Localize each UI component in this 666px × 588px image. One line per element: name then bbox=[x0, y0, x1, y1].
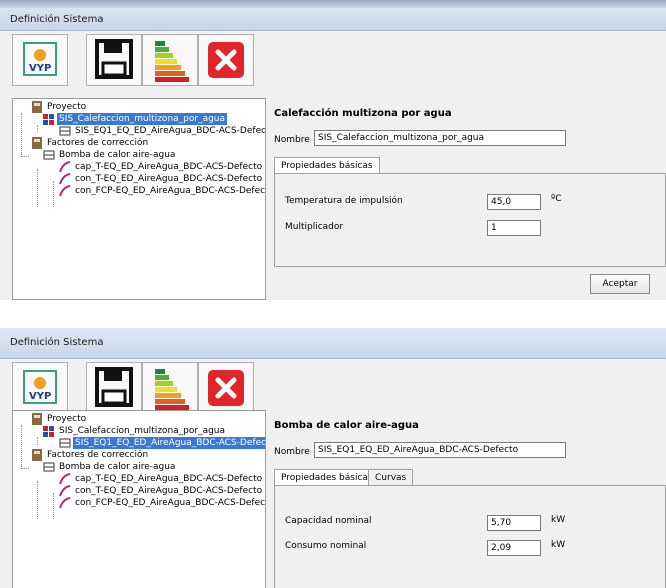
project-icon bbox=[32, 101, 42, 113]
toolbar: VYP bbox=[0, 358, 666, 418]
unit-label: kW bbox=[551, 515, 566, 525]
window-title: Definición Sistema bbox=[10, 14, 104, 25]
name-field[interactable]: SIS_EQ1_EQ_ED_AireAgua_BDC-ACS-Defecto bbox=[314, 442, 566, 458]
tab-content: Temperatura de impulsión 45,0 ºC Multipl… bbox=[274, 173, 666, 267]
energy-rating-button[interactable] bbox=[142, 362, 198, 414]
vyp-logo-button[interactable]: VYP bbox=[12, 362, 68, 414]
energy-rating-button[interactable] bbox=[142, 34, 198, 86]
tree-label: con_FCP-EQ_ED_AireAgua_BDC-ACS-Defecto bbox=[75, 186, 266, 196]
close-button[interactable] bbox=[198, 362, 254, 414]
properties-panel: Calefacción multizona por agua Nombre SI… bbox=[264, 98, 666, 298]
unit-label: kW bbox=[551, 540, 566, 550]
field-label: Capacidad nominal bbox=[285, 516, 372, 526]
top-dialog: Definición Sistema VYP Proyecto SIS_Cale… bbox=[0, 0, 666, 300]
bottom-dialog: Definición Sistema VYP Proyecto SIS_Cale… bbox=[0, 328, 666, 588]
close-button[interactable] bbox=[198, 34, 254, 86]
system-icon bbox=[43, 426, 54, 437]
vyp-logo-button[interactable]: VYP bbox=[12, 34, 68, 86]
multiplier-field[interactable]: 1 bbox=[487, 220, 541, 236]
tree-label: Proyecto bbox=[47, 102, 87, 112]
tree-label: SIS_Calefaccion_multizona_por_agua bbox=[57, 113, 228, 125]
tree-label: SIS_EQ1_EQ_ED_AireAgua_BDC-ACS-Defecto bbox=[73, 437, 265, 449]
curve-icon bbox=[59, 497, 71, 509]
tree-label: cap_T-EQ_ED_AireAgua_BDC-ACS-Defecto bbox=[75, 162, 263, 172]
curve-icon bbox=[59, 485, 71, 497]
close-icon bbox=[208, 370, 244, 406]
heat-pump-icon bbox=[43, 150, 55, 160]
curve-icon bbox=[59, 161, 71, 173]
project-tree[interactable]: Proyecto SIS_Calefaccion_multizona_por_a… bbox=[12, 410, 266, 588]
factors-icon bbox=[32, 137, 42, 149]
tree-label: cap_T-EQ_ED_AireAgua_BDC-ACS-Defecto bbox=[75, 474, 263, 484]
field-label: Multiplicador bbox=[285, 222, 344, 232]
window-titlebar: Definición Sistema bbox=[0, 0, 666, 31]
svg-text:VYP: VYP bbox=[29, 63, 51, 74]
tree-label: SIS_EQ1_EQ_ED_AireAgua_BDC-ACS-Defecto bbox=[75, 126, 266, 136]
heat-pump-icon bbox=[43, 462, 55, 472]
energy-rating-icon bbox=[155, 369, 189, 410]
name-label: Nombre bbox=[274, 135, 310, 145]
nominal-consumption-field[interactable]: 2,09 bbox=[487, 540, 541, 556]
equipment-icon bbox=[59, 126, 71, 136]
factors-icon bbox=[32, 449, 42, 461]
tab-content: Capacidad nominal 5,70 kW Consumo nomina… bbox=[274, 485, 666, 588]
curve-icon bbox=[59, 473, 71, 485]
tree-label: SIS_Calefaccion_multizona_por_agua bbox=[59, 426, 226, 436]
tree-label: con_FCP-EQ_ED_AireAgua_BDC-ACS-Defecto bbox=[75, 498, 266, 508]
curve-icon bbox=[59, 185, 71, 197]
project-tree[interactable]: Proyecto SIS_Calefaccion_multizona_por_a… bbox=[12, 98, 266, 300]
tree-label: Factores de corrección bbox=[47, 138, 149, 148]
svg-text:VYP: VYP bbox=[29, 391, 51, 402]
save-button[interactable] bbox=[86, 362, 142, 414]
tree-label: Bomba de calor aire-agua bbox=[59, 462, 176, 472]
section-title: Calefacción multizona por agua bbox=[274, 108, 452, 119]
unit-label: ºC bbox=[551, 194, 562, 204]
name-label: Nombre bbox=[274, 447, 310, 457]
window-titlebar: Definición Sistema bbox=[0, 328, 666, 359]
save-icon bbox=[95, 39, 133, 79]
name-field[interactable]: SIS_Calefaccion_multizona_por_agua bbox=[314, 130, 566, 146]
vyp-logo-icon: VYP bbox=[23, 42, 57, 76]
tab-basic-properties[interactable]: Propiedades básicas bbox=[274, 469, 380, 486]
nominal-capacity-field[interactable]: 5,70 bbox=[487, 515, 541, 531]
toolbar: VYP bbox=[0, 30, 666, 90]
supply-temperature-field[interactable]: 45,0 bbox=[487, 194, 541, 210]
save-icon bbox=[95, 367, 133, 407]
curve-icon bbox=[59, 173, 71, 185]
field-label: Consumo nominal bbox=[285, 541, 367, 551]
tree-label: con_T-EQ_ED_AireAgua_BDC-ACS-Defecto bbox=[75, 174, 263, 184]
properties-panel: Bomba de calor aire-agua Nombre SIS_EQ1_… bbox=[264, 410, 666, 588]
tab-basic-properties[interactable]: Propiedades básicas bbox=[274, 157, 380, 174]
tree-label: Bomba de calor aire-agua bbox=[59, 150, 176, 160]
accept-button[interactable]: Aceptar bbox=[590, 274, 650, 294]
section-title: Bomba de calor aire-agua bbox=[274, 420, 419, 431]
save-button[interactable] bbox=[86, 34, 142, 86]
close-icon bbox=[208, 42, 244, 78]
system-icon bbox=[43, 114, 54, 125]
tab-curves[interactable]: Curvas bbox=[368, 469, 414, 486]
equipment-icon bbox=[59, 438, 71, 448]
tree-label: Factores de corrección bbox=[47, 450, 149, 460]
tree-label: Proyecto bbox=[47, 414, 87, 424]
field-label: Temperatura de impulsión bbox=[285, 196, 403, 206]
vyp-logo-icon: VYP bbox=[23, 370, 57, 404]
window-title: Definición Sistema bbox=[10, 337, 104, 348]
tree-label: con_T-EQ_ED_AireAgua_BDC-ACS-Defecto bbox=[75, 486, 263, 496]
project-icon bbox=[32, 413, 42, 425]
energy-rating-icon bbox=[155, 41, 189, 82]
